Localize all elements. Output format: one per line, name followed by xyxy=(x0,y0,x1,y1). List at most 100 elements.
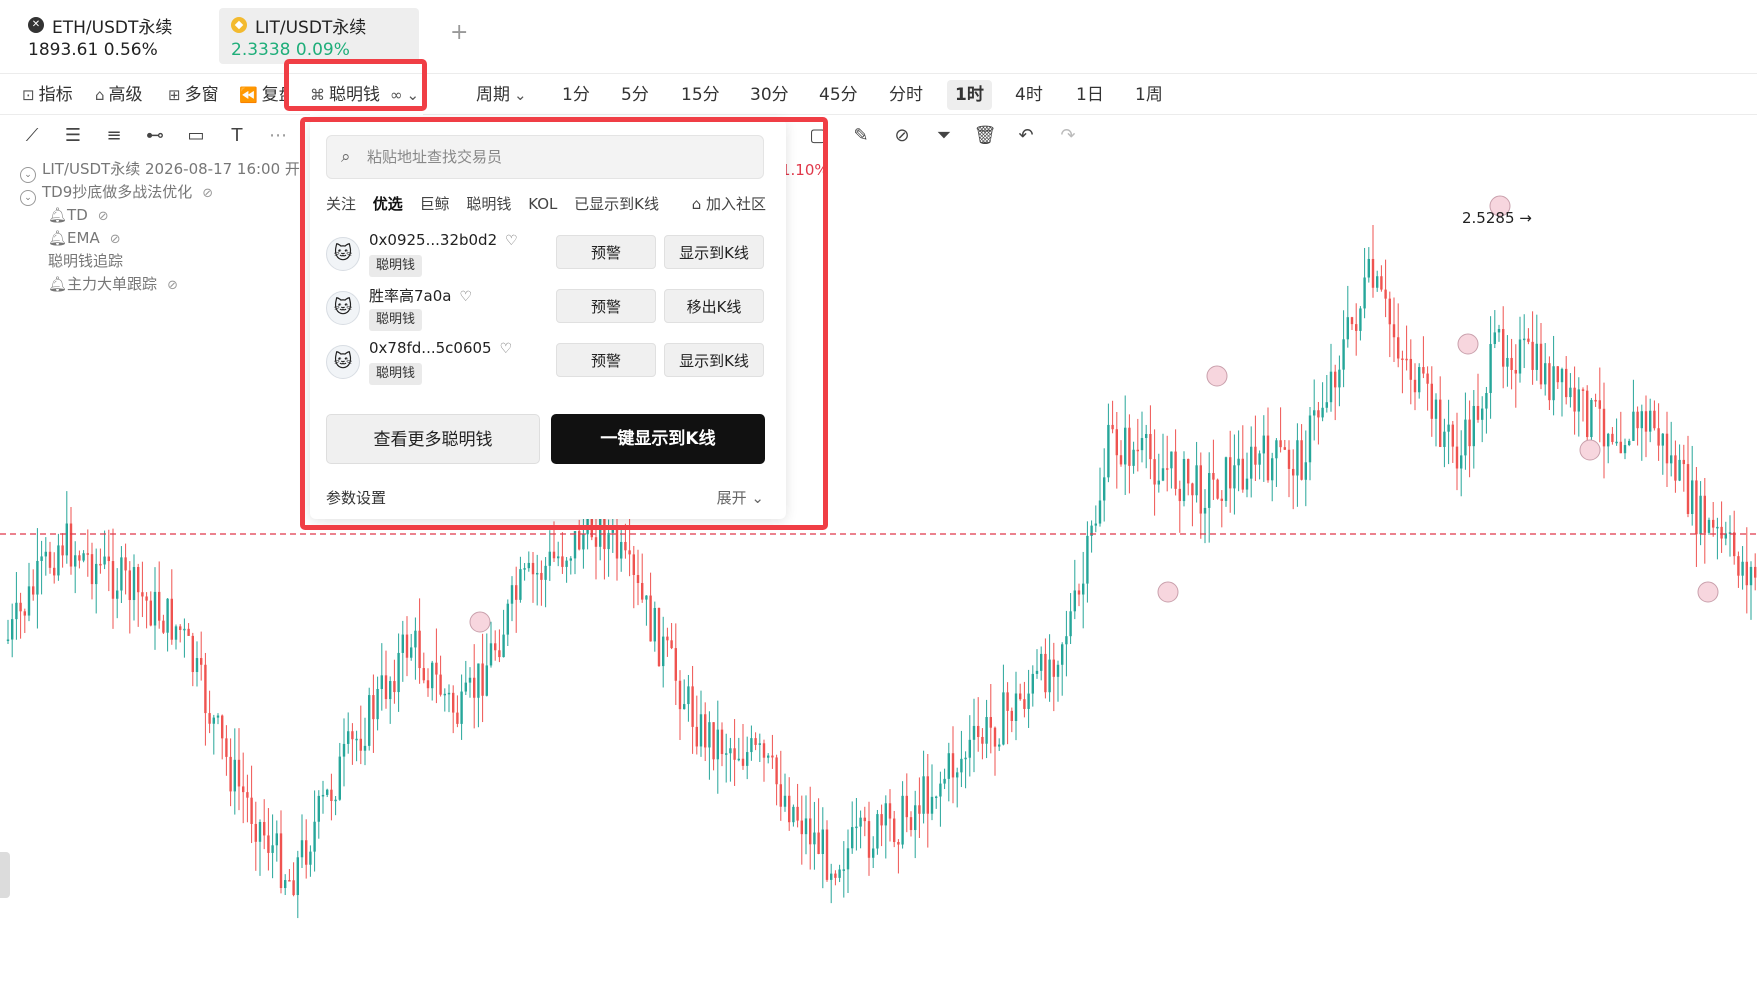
advanced-button[interactable]: ⌂ 高级 xyxy=(95,75,143,115)
eye-off-icon[interactable]: ⊘ xyxy=(167,278,178,293)
smart-money-marker-icon[interactable] xyxy=(1697,581,1719,603)
horizontal-lines-icon[interactable]: ☰ xyxy=(61,124,85,148)
candle-body xyxy=(1518,339,1522,374)
candle-body xyxy=(494,643,497,651)
candle-body xyxy=(615,529,619,559)
interval-1w[interactable]: 1周 xyxy=(1135,75,1163,115)
text-tool-icon[interactable]: T xyxy=(225,124,249,148)
interval-15m[interactable]: 15分 xyxy=(681,75,720,115)
candle-body xyxy=(1350,317,1354,325)
eye-off-icon[interactable]: ⊘ xyxy=(202,186,213,201)
candle-body xyxy=(1023,699,1026,709)
candle-body xyxy=(561,556,564,567)
interval-30m[interactable]: 30分 xyxy=(750,75,789,115)
collapse-icon[interactable]: ⌄ xyxy=(20,190,36,206)
candle-body xyxy=(300,840,304,858)
candle-body xyxy=(1107,424,1110,478)
candle-body xyxy=(1653,410,1656,429)
candle-body xyxy=(296,857,299,896)
bell-icon[interactable]: 🔔︎ xyxy=(48,275,67,293)
eye-off-icon[interactable]: ⊘ xyxy=(110,232,121,247)
replay-button[interactable]: ⏪复盘 xyxy=(239,75,287,115)
bell-icon[interactable]: 🔔︎ xyxy=(48,206,67,224)
smart-money-marker-icon[interactable] xyxy=(1457,333,1479,355)
multi-window-button[interactable]: ⊞ 多窗 xyxy=(168,75,219,115)
more-icon[interactable]: ⋯ xyxy=(266,124,290,148)
candle-body xyxy=(1464,419,1467,456)
candle-body xyxy=(1371,258,1375,288)
tab-lit-usdt[interactable]: LIT/USDT永续 2.3338 0.09% xyxy=(219,8,419,64)
candle-body xyxy=(137,567,140,593)
candle-body xyxy=(1745,561,1748,586)
interval-4h[interactable]: 4时 xyxy=(1015,75,1043,115)
candle-body xyxy=(132,567,136,601)
candle-body xyxy=(347,731,350,744)
smart-money-marker-icon[interactable] xyxy=(1157,581,1179,603)
candle-body xyxy=(825,829,829,880)
candle-body xyxy=(326,789,329,795)
candle-body xyxy=(1430,383,1433,419)
candle-body xyxy=(1544,363,1547,385)
candle-body xyxy=(506,603,509,635)
candle-body xyxy=(1220,498,1223,501)
candle-body xyxy=(250,797,253,824)
add-tab-icon[interactable]: + xyxy=(450,20,468,45)
eye-off-icon[interactable]: ⊘ xyxy=(98,209,109,224)
candle-body xyxy=(233,759,236,792)
interval-1h[interactable]: 1时 xyxy=(947,80,992,110)
candle-body xyxy=(187,628,190,636)
candle-body xyxy=(699,714,703,747)
candle-body xyxy=(212,717,215,724)
interval-5m[interactable]: 5分 xyxy=(621,75,649,115)
candle-body xyxy=(158,591,161,621)
candle-body xyxy=(1489,344,1492,394)
tab-eth-usdt[interactable]: ETH/USDT永续 1893.61 0.56% xyxy=(16,8,196,64)
candle-body xyxy=(1476,405,1480,420)
candle-body xyxy=(204,664,207,714)
candle-body xyxy=(1027,693,1030,709)
candle-body xyxy=(804,818,808,835)
smart-money-marker-icon[interactable] xyxy=(469,611,491,633)
interval-timeline[interactable]: 分时 xyxy=(889,75,923,115)
trash-icon[interactable]: 🗑 xyxy=(973,124,997,148)
candle-body xyxy=(40,556,43,561)
period-dropdown[interactable]: 周期 ⌄ xyxy=(476,75,531,115)
candle-body xyxy=(1397,337,1400,359)
candle-body xyxy=(225,738,228,757)
candle-body xyxy=(981,736,984,744)
candle-body xyxy=(746,752,749,766)
magnet-icon[interactable]: ⊘ xyxy=(890,124,914,148)
candle-body xyxy=(1539,343,1543,385)
candle-body xyxy=(1548,363,1551,401)
candle-body xyxy=(1674,455,1677,481)
left-scroll-handle[interactable] xyxy=(0,852,10,898)
candle-body xyxy=(935,796,938,799)
interval-1d[interactable]: 1日 xyxy=(1076,75,1104,115)
trend-line-icon[interactable]: ⟋ xyxy=(20,124,44,148)
candle-body xyxy=(103,556,106,565)
candle-body xyxy=(632,554,635,576)
indicator-button[interactable]: ⊡ 指标 xyxy=(22,75,73,115)
smart-money-marker-icon[interactable] xyxy=(1206,365,1228,387)
redo-icon[interactable]: ↷ xyxy=(1056,124,1080,148)
candle-body xyxy=(443,693,446,696)
candle-body xyxy=(783,795,787,807)
candle-body xyxy=(1271,458,1274,481)
smart-money-marker-icon[interactable] xyxy=(1579,439,1601,461)
candle-body xyxy=(447,692,451,695)
candle-body xyxy=(813,832,816,845)
interval-45m[interactable]: 45分 xyxy=(819,75,858,115)
notes-icon[interactable]: ✎ xyxy=(849,124,873,148)
candle-body xyxy=(78,555,81,561)
horizontal-ray-icon[interactable]: ⊷ xyxy=(143,124,167,148)
interval-1m[interactable]: 1分 xyxy=(562,75,590,115)
parallel-lines-icon[interactable]: ≡ xyxy=(102,124,126,148)
candle-body xyxy=(846,848,850,870)
candle-body xyxy=(1560,368,1564,383)
bell-icon[interactable]: 🔔︎ xyxy=(48,229,67,247)
filter-icon[interactable]: ⏷ xyxy=(932,124,956,148)
rectangle-icon[interactable]: ▭ xyxy=(184,124,208,148)
candle-body xyxy=(1191,483,1194,496)
undo-icon[interactable]: ↶ xyxy=(1014,124,1038,148)
candle-body xyxy=(1598,400,1601,409)
